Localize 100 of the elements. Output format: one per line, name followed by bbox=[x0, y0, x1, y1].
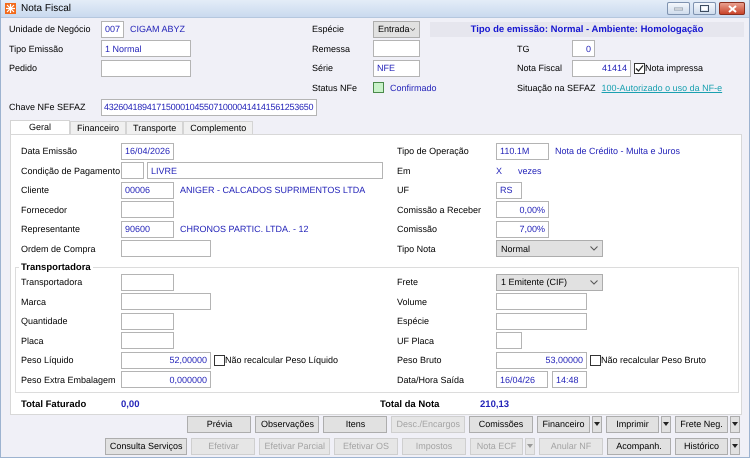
text-field[interactable]: RS bbox=[496, 182, 522, 199]
dropdown-button[interactable] bbox=[661, 416, 671, 432]
field-label: Situação na SEFAZ bbox=[517, 82, 597, 93]
action-button[interactable]: Imprimir bbox=[606, 416, 659, 432]
environment-banner: Tipo de emissão: Normal - Ambiente: Homologação bbox=[430, 22, 744, 37]
field-label: Em bbox=[397, 166, 412, 176]
checkbox-label: Não recalcular Peso Líquido bbox=[225, 355, 338, 366]
field-label: Pedido bbox=[9, 63, 38, 74]
field-label: Volume bbox=[397, 296, 428, 307]
text-field[interactable] bbox=[121, 332, 174, 350]
tab[interactable]: Transporte bbox=[126, 120, 184, 134]
tab[interactable]: Complemento bbox=[183, 120, 254, 134]
field-label: Transportadora bbox=[21, 277, 84, 288]
dropdown[interactable]: Entrada bbox=[373, 20, 420, 38]
text-field[interactable]: 16/04/26 bbox=[496, 371, 548, 388]
window-title: Nota Fiscal bbox=[21, 3, 72, 14]
field-label: TG bbox=[517, 44, 530, 54]
chevron-down-icon bbox=[410, 26, 415, 32]
text-field[interactable] bbox=[496, 332, 522, 350]
text-field[interactable]: 90600 bbox=[121, 220, 174, 238]
field-label: Status NFe bbox=[312, 82, 358, 93]
action-button[interactable]: Comissões bbox=[469, 416, 533, 432]
close-button[interactable] bbox=[719, 2, 745, 15]
text-field[interactable]: 0 bbox=[572, 40, 595, 58]
text-field[interactable]: 41414 bbox=[572, 60, 631, 77]
text-field[interactable] bbox=[101, 60, 191, 77]
action-button[interactable]: Financeiro bbox=[537, 416, 590, 432]
name-text: CIGAM ABYZ bbox=[130, 24, 186, 34]
field-label: Peso Líquido bbox=[21, 355, 75, 366]
field-label: Placa bbox=[21, 336, 45, 346]
maximize-icon bbox=[700, 5, 709, 12]
action-button[interactable]: Itens bbox=[323, 416, 388, 432]
field-label: Data/Hora Saída bbox=[397, 374, 466, 385]
text-field[interactable] bbox=[373, 40, 420, 58]
text-field[interactable]: 007 bbox=[101, 20, 124, 38]
checkbox[interactable] bbox=[214, 354, 225, 366]
minimize-icon bbox=[674, 6, 683, 10]
check-icon bbox=[635, 64, 644, 73]
text-field[interactable]: 14:48 bbox=[552, 371, 587, 388]
checkbox[interactable] bbox=[590, 354, 601, 366]
action-button[interactable]: Prévia bbox=[187, 416, 252, 432]
text-field[interactable] bbox=[496, 293, 587, 310]
field-label: Espécie bbox=[312, 24, 346, 34]
action-button[interactable]: Frete Neg. bbox=[675, 416, 728, 432]
text-field[interactable] bbox=[121, 274, 174, 291]
field-label: Data Emissão bbox=[21, 146, 78, 156]
total-value: 0,00 bbox=[121, 398, 140, 410]
text-field[interactable] bbox=[121, 293, 211, 310]
dropdown-button[interactable] bbox=[730, 438, 740, 454]
field-label: Quantidade bbox=[21, 316, 69, 326]
action-button[interactable]: Observações bbox=[255, 416, 320, 432]
text-field[interactable]: 53,00000 bbox=[496, 352, 587, 369]
field-label: Nota Fiscal bbox=[517, 63, 564, 74]
tab[interactable]: Geral bbox=[10, 120, 70, 134]
text-field[interactable]: 52,00000 bbox=[121, 352, 211, 369]
field-label: UF bbox=[397, 185, 410, 196]
field-label: UF Placa bbox=[397, 336, 436, 346]
text-field[interactable]: 16/04/2026 bbox=[121, 142, 174, 160]
text-field[interactable]: 43260418941715000104550710000414141561253650 bbox=[101, 98, 317, 116]
field-label: Espécie bbox=[397, 316, 430, 326]
action-button[interactable]: Consulta Serviços bbox=[104, 438, 188, 454]
total-value: 210,13 bbox=[480, 398, 510, 410]
checkbox-label: Não recalcular Peso Bruto bbox=[601, 355, 706, 366]
field-label: Peso Bruto bbox=[397, 355, 443, 366]
text-field[interactable] bbox=[496, 312, 587, 330]
field-label: Comissão a Receber bbox=[397, 204, 482, 215]
dropdown-button[interactable] bbox=[592, 416, 602, 432]
action-button[interactable]: Histórico bbox=[675, 438, 728, 454]
dropdown-button[interactable] bbox=[730, 416, 740, 432]
text-field[interactable]: 00006 bbox=[121, 182, 174, 199]
dropdown[interactable]: 1 Emitente (CIF) bbox=[496, 274, 603, 291]
total-label: Total da Nota bbox=[380, 398, 440, 410]
text-field[interactable]: 0,000000 bbox=[121, 371, 211, 388]
action-button[interactable]: Acompanh. bbox=[607, 438, 671, 454]
text-field[interactable]: 1 Normal bbox=[101, 40, 191, 58]
text-field[interactable] bbox=[121, 240, 211, 258]
dropdown[interactable]: Normal bbox=[496, 240, 603, 258]
value-text: X bbox=[496, 166, 502, 176]
text-field[interactable] bbox=[121, 162, 144, 180]
close-icon bbox=[728, 4, 736, 12]
field-label: Remessa bbox=[312, 44, 352, 54]
text-field[interactable]: NFE bbox=[373, 60, 420, 77]
field-label: Comissão bbox=[397, 224, 438, 234]
text-field[interactable] bbox=[121, 312, 174, 330]
field-label: Chave NFe SEFAZ bbox=[9, 102, 87, 112]
maximize-button[interactable] bbox=[693, 2, 716, 15]
text-field[interactable]: 0,00% bbox=[496, 201, 549, 218]
field-label: Frete bbox=[397, 277, 420, 288]
name-text: Nota de Crédito - Multa e Juros bbox=[555, 146, 680, 156]
name-text: ANIGER - CALCADOS SUPRIMENTOS LTDA bbox=[180, 185, 366, 196]
checkbox-label: Nota impressa bbox=[645, 63, 704, 74]
checkbox[interactable] bbox=[634, 62, 645, 74]
field-label: Tipo Nota bbox=[397, 244, 437, 254]
text-field[interactable]: 110.1M bbox=[496, 142, 549, 160]
field-label: Representante bbox=[21, 224, 82, 234]
tab[interactable]: Financeiro bbox=[70, 120, 126, 134]
text-field[interactable] bbox=[121, 201, 174, 218]
text-field[interactable]: LIVRE bbox=[147, 162, 383, 180]
status-text: Confirmado bbox=[390, 82, 437, 93]
text-field[interactable]: 7,00% bbox=[496, 220, 549, 238]
